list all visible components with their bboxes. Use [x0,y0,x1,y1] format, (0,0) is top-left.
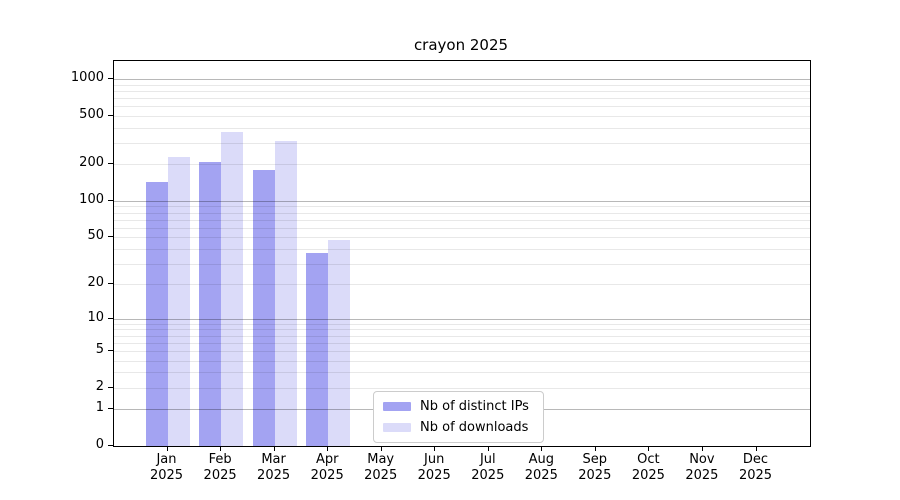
y-tick-label-500: 500 [44,107,104,123]
gridline-8 [114,329,810,330]
gridline-70 [114,220,810,221]
gridline-700 [114,98,810,99]
gridline-40 [114,249,810,250]
x-tick-mark-jul [488,446,489,451]
gridline-3 [114,372,810,373]
y-tick-mark-5 [108,350,113,351]
chart-title: crayon 2025 [113,36,809,54]
gridline-20 [114,284,810,285]
legend-swatch-distinct-ips [383,402,411,411]
gridline-400 [114,128,810,129]
x-tick-mark-nov [702,446,703,451]
y-tick-mark-1 [108,408,113,409]
x-tick-mark-dec [756,446,757,451]
chart-figure: crayon 2025 01251020501002005001000 Jan2… [0,0,900,500]
gridline-500 [114,116,810,117]
gridline-90 [114,206,810,207]
gridline-800 [114,91,810,92]
y-tick-mark-50 [108,236,113,237]
x-tick-mark-mar [274,446,275,451]
x-tick-mark-sep [595,446,596,451]
bar-distinct-ips-apr [306,253,328,446]
legend-label-downloads: Nb of downloads [420,420,528,435]
legend-label-distinct-ips: Nb of distinct IPs [420,399,529,414]
gridline-100 [114,201,810,202]
legend-entry-downloads: Nb of downloads [383,419,534,436]
y-tick-mark-200 [108,163,113,164]
y-tick-mark-10 [108,318,113,319]
gridline-60 [114,228,810,229]
y-tick-label-10: 10 [44,310,104,326]
x-tick-label-dec: Dec2025 [716,452,796,484]
gridline-50 [114,237,810,238]
gridline-80 [114,213,810,214]
plot-area [113,60,811,447]
y-tick-label-50: 50 [44,228,104,244]
legend-entry-distinct-ips: Nb of distinct IPs [383,398,534,415]
gridline-30 [114,264,810,265]
gridline-9 [114,324,810,325]
gridline-10 [114,319,810,320]
y-tick-label-200: 200 [44,155,104,171]
gridline-1000 [114,79,810,80]
gridline-5 [114,351,810,352]
gridline-900 [114,85,810,86]
x-tick-mark-oct [648,446,649,451]
bar-downloads-feb [221,132,243,446]
y-tick-mark-1000 [108,78,113,79]
bar-distinct-ips-feb [199,162,221,446]
y-tick-mark-2 [108,387,113,388]
y-tick-mark-20 [108,283,113,284]
y-tick-label-5: 5 [44,342,104,358]
y-tick-label-1000: 1000 [44,70,104,86]
y-tick-mark-0 [108,445,113,446]
y-tick-mark-500 [108,115,113,116]
x-tick-mark-jan [167,446,168,451]
y-tick-label-2: 2 [44,379,104,395]
y-tick-mark-100 [108,200,113,201]
gridline-6 [114,343,810,344]
gridline-200 [114,164,810,165]
y-tick-label-0: 0 [44,437,104,453]
legend-swatch-downloads [383,423,411,432]
gridline-4 [114,361,810,362]
x-tick-mark-aug [541,446,542,451]
x-tick-mark-may [381,446,382,451]
bar-downloads-mar [275,141,297,446]
gridline-2 [114,388,810,389]
gridline-7 [114,336,810,337]
y-tick-label-1: 1 [44,400,104,416]
y-tick-label-20: 20 [44,275,104,291]
bar-distinct-ips-jan [146,182,168,446]
gridline-600 [114,106,810,107]
y-tick-label-100: 100 [44,192,104,208]
x-tick-mark-apr [327,446,328,451]
x-tick-mark-jun [434,446,435,451]
legend: Nb of distinct IPs Nb of downloads [373,391,544,443]
x-tick-mark-feb [220,446,221,451]
gridline-300 [114,143,810,144]
